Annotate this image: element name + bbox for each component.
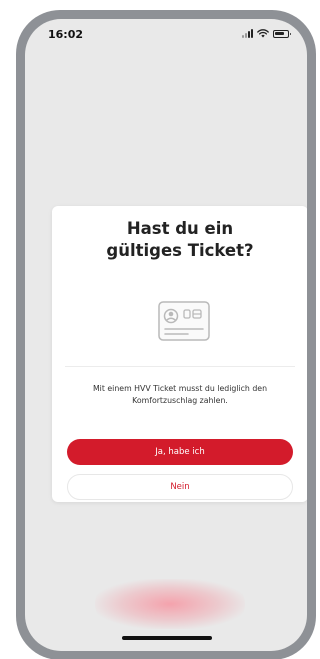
signal-icon (242, 29, 253, 38)
background-button-glow (95, 579, 245, 629)
wifi-icon (257, 29, 269, 38)
battery-icon (273, 29, 291, 38)
confirm-ticket-button[interactable]: Ja, habe ich (67, 439, 293, 465)
dialog-message: Mit einem HVV Ticket musst du lediglich … (92, 384, 268, 405)
status-bar: 16:02 (25, 19, 307, 49)
dialog-title-line-2: gültiges Ticket? (106, 241, 254, 260)
ticket-dialog: Hast du ein gültiges Ticket? Mit einem H… (52, 206, 307, 502)
home-indicator (122, 636, 212, 640)
dialog-title-line-1: Hast du ein (126, 219, 234, 238)
status-time: 16:02 (48, 28, 84, 41)
ticket-card-icon (158, 301, 210, 341)
status-icons (242, 29, 291, 38)
decline-ticket-button[interactable]: Nein (67, 474, 293, 500)
phone-frame: 16:02 Hast du ein gültiges Ticket? Mit e… (16, 10, 316, 659)
app-screen: 16:02 Hast du ein gültiges Ticket? Mit e… (25, 19, 307, 651)
dialog-divider (65, 366, 295, 367)
dialog-title: Hast du ein gültiges Ticket? (52, 218, 307, 262)
